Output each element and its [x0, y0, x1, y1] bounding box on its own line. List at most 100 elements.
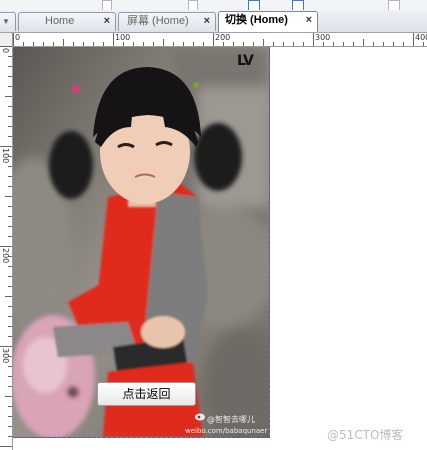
ruler-tick	[8, 176, 12, 177]
ruler-tick	[8, 106, 12, 107]
site-watermark: @51CTO博客	[327, 428, 404, 442]
ruler-tick	[273, 42, 274, 46]
close-icon[interactable]: ×	[306, 12, 312, 29]
ruler-tick	[0, 246, 12, 247]
ruler-label: 0	[1, 48, 10, 54]
lv-logo: LV	[237, 53, 254, 69]
ruler-label: 300	[1, 348, 10, 364]
ruler-tick	[8, 266, 12, 267]
ruler-tick	[8, 416, 12, 417]
ruler-tick	[323, 42, 324, 46]
design-canvas[interactable]: LV 点击返回 @智智去哪儿 weibo.com/babaqunaer	[13, 47, 270, 438]
ruler-tick	[113, 33, 114, 46]
ruler-tick	[8, 326, 12, 327]
ruler-tick	[373, 42, 374, 46]
ruler-tick	[403, 42, 404, 46]
ruler-tick	[43, 42, 44, 46]
ruler-tick	[0, 346, 12, 347]
tab-screen-label: 屏幕 (Home)	[127, 15, 189, 27]
ruler-tick	[8, 336, 12, 337]
ruler-tick	[393, 42, 394, 46]
ruler-tick	[193, 42, 194, 46]
vertical-ruler: 0 100 200 300	[0, 46, 13, 450]
ruler-label: 100	[115, 33, 131, 42]
background-photo	[13, 47, 269, 437]
ruler-tick	[13, 33, 14, 46]
ruler-tick	[283, 42, 284, 46]
ruler-tick	[8, 236, 12, 237]
ruler-tick	[0, 146, 12, 147]
ruler-tick	[23, 42, 24, 46]
ruler-label: 200	[215, 33, 231, 42]
ruler-tick	[8, 366, 12, 367]
ruler-tick	[133, 42, 134, 46]
ruler-tick	[53, 42, 54, 46]
ruler-tick	[333, 42, 334, 46]
ruler-tick	[5, 296, 12, 297]
ruler-tick	[313, 33, 314, 46]
ruler-tick	[8, 306, 12, 307]
ruler-tick	[0, 446, 12, 447]
ruler-tick	[73, 42, 74, 46]
ruler-tick	[8, 276, 12, 277]
ruler-tick	[8, 66, 12, 67]
ruler-tick	[8, 116, 12, 117]
dropdown-arrow-icon: ▼	[2, 17, 10, 26]
ruler-tick	[8, 376, 12, 377]
ruler-tick	[8, 426, 12, 427]
ruler-tick	[8, 56, 12, 57]
ruler-tick	[83, 42, 84, 46]
tab-switch-label: 切换 (Home)	[225, 14, 288, 26]
ruler-tick	[5, 396, 12, 397]
ruler-tick	[123, 42, 124, 46]
ruler-tick	[163, 39, 164, 46]
ruler-tick	[8, 406, 12, 407]
ruler-tick	[183, 42, 184, 46]
ruler-tick	[293, 42, 294, 46]
ruler-label: 200	[1, 248, 10, 264]
watermark-url: weibo.com/babaqunaer	[185, 427, 268, 435]
ruler-tick	[383, 42, 384, 46]
close-icon[interactable]: ×	[104, 13, 110, 30]
tab-screen-home[interactable]: 屏幕 (Home) ×	[118, 12, 216, 31]
ruler-tick	[243, 42, 244, 46]
ruler-tick	[423, 42, 424, 46]
ruler-tick	[0, 46, 12, 47]
ruler-tick	[8, 166, 12, 167]
ruler-tick	[223, 42, 224, 46]
ruler-tick	[233, 42, 234, 46]
ruler-tick	[5, 196, 12, 197]
ruler-tick	[93, 42, 94, 46]
ruler-tick	[173, 42, 174, 46]
ruler-tick	[203, 42, 204, 46]
ruler-tick	[8, 436, 12, 437]
ruler-tick	[353, 42, 354, 46]
ruler-tick	[413, 33, 414, 46]
ruler-label: 0	[15, 33, 21, 42]
ruler-label: 100	[1, 148, 10, 164]
tab-home[interactable]: Home ×	[18, 12, 116, 31]
horizontal-ruler: 0 100 200 300 400	[13, 33, 427, 47]
ruler-tick	[5, 96, 12, 97]
ruler-label: 300	[315, 33, 331, 42]
ruler-tick	[8, 136, 12, 137]
tab-switch-home[interactable]: 切换 (Home) ×	[218, 11, 318, 32]
ruler-tick	[8, 186, 12, 187]
ruler-tick	[63, 39, 64, 46]
ruler-tick	[8, 216, 12, 217]
tab-menu-button[interactable]: ▼	[0, 12, 16, 31]
ruler-tick	[253, 42, 254, 46]
back-button[interactable]: 点击返回	[97, 382, 196, 406]
ruler-tick	[8, 286, 12, 287]
ruler-tick	[363, 39, 364, 46]
ruler-tick	[8, 316, 12, 317]
ruler-tick	[8, 86, 12, 87]
tab-home-label: Home	[45, 15, 75, 27]
ruler-tick	[343, 42, 344, 46]
ruler-tick	[303, 42, 304, 46]
ruler-tick	[33, 42, 34, 46]
ruler-tick	[8, 386, 12, 387]
watermark-handle: @智智去哪儿	[207, 415, 255, 424]
close-icon[interactable]: ×	[204, 13, 210, 30]
ruler-label: 400	[415, 33, 427, 42]
